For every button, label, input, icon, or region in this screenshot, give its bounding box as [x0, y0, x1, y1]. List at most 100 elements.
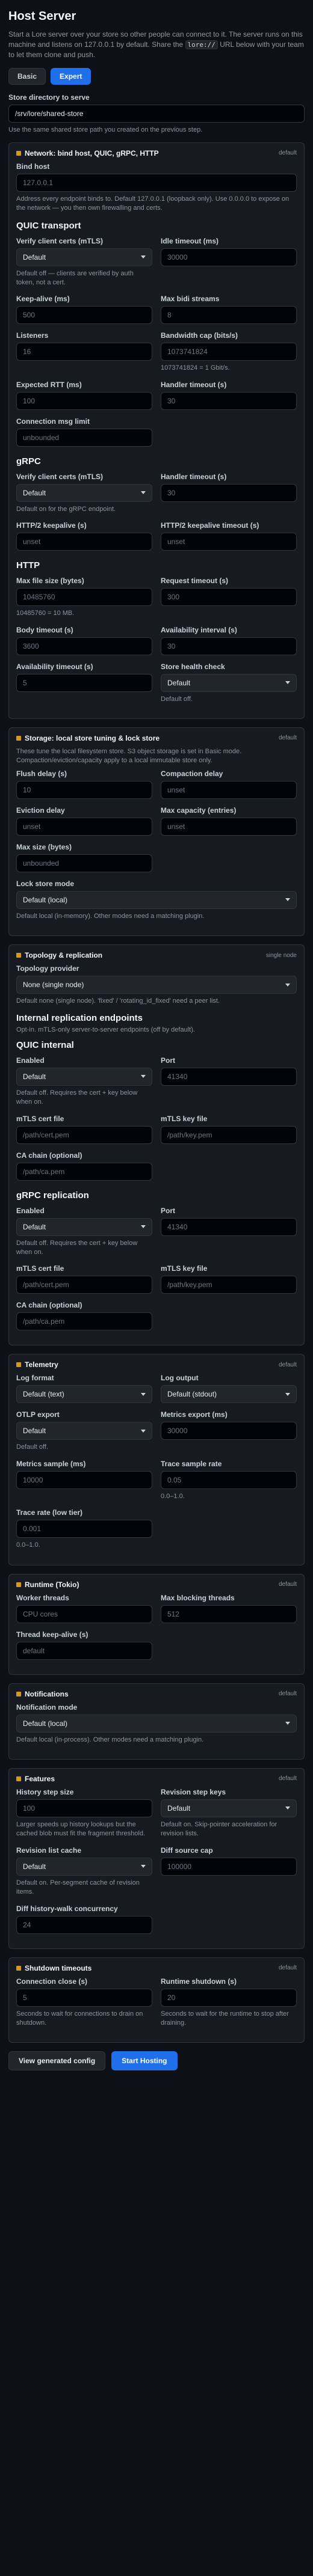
chevron-down-icon [141, 1225, 146, 1229]
max-capacity-input[interactable] [161, 817, 297, 836]
trace-sample-input[interactable] [161, 1470, 297, 1489]
store-directory-field: Store directory to serve Use the same sh… [8, 93, 305, 135]
h2-keepalive-timeout-input[interactable] [161, 533, 297, 551]
quic-internal-port-input[interactable] [161, 1067, 297, 1086]
eviction-delay-input[interactable] [16, 817, 152, 836]
storage-card-title: Storage: local store tuning & lock store [25, 733, 160, 742]
conn-msg-limit-input[interactable] [16, 428, 152, 447]
revision-step-keys-select[interactable]: Default [161, 1799, 297, 1817]
otlp-export-select[interactable]: Default [16, 1422, 152, 1440]
quic-cert-input[interactable] [16, 1125, 152, 1144]
quic-internal-enabled-select[interactable]: Default [16, 1067, 152, 1086]
h2-keepalive-label: HTTP/2 keepalive (s) [16, 521, 87, 530]
telemetry-card-header[interactable]: Telemetry default [16, 1360, 297, 1369]
chevron-down-icon [141, 1392, 146, 1396]
expected-rtt-input[interactable] [16, 391, 152, 410]
diff-concurrency-input[interactable] [16, 1915, 152, 1934]
metrics-sample-label: Metrics sample (ms) [16, 1459, 86, 1468]
request-timeout-input[interactable] [161, 588, 297, 607]
max-blocking-input[interactable] [161, 1605, 297, 1623]
quic-handler-timeout-input[interactable] [161, 391, 297, 410]
topology-provider-select[interactable]: None (single node) [16, 976, 297, 994]
basic-mode-button[interactable]: Basic [8, 68, 46, 85]
compaction-delay-label: Compaction delay [161, 769, 223, 778]
metrics-sample-input[interactable] [16, 1470, 152, 1489]
compaction-delay-input[interactable] [161, 780, 297, 799]
history-step-input[interactable] [16, 1799, 152, 1817]
trace-low-tier-label: Trace rate (low tier) [16, 1508, 83, 1517]
max-file-size-label: Max file size (bytes) [16, 577, 84, 586]
grpc-verify-certs-select[interactable]: Default [16, 483, 152, 502]
connection-close-input[interactable] [16, 1988, 152, 2007]
network-card-header[interactable]: Network: bind host, QUIC, gRPC, HTTP def… [16, 149, 297, 158]
runtime-card-header[interactable]: Runtime (Tokio) default [16, 1580, 297, 1589]
worker-threads-label: Worker threads [16, 1593, 69, 1602]
max-blocking-label: Max blocking threads [161, 1593, 235, 1602]
quic-key-input[interactable] [161, 1125, 297, 1144]
grpc-repl-enabled-select[interactable]: Default [16, 1217, 152, 1236]
topology-provider-label: Topology provider [16, 964, 79, 973]
grpc-ca-input[interactable] [16, 1312, 152, 1331]
runtime-shutdown-input[interactable] [161, 1988, 297, 2007]
bind-host-input[interactable] [16, 173, 297, 192]
log-format-select[interactable]: Default (text) [16, 1385, 152, 1404]
worker-threads-input[interactable] [16, 1605, 152, 1623]
notifications-card: Notifications default Notification mode … [8, 1683, 305, 1760]
body-timeout-input[interactable] [16, 637, 152, 655]
grpc-repl-port-input[interactable] [161, 1217, 297, 1236]
store-directory-input[interactable] [8, 105, 305, 123]
features-card-title: Features [25, 1774, 55, 1783]
notifications-card-header[interactable]: Notifications default [16, 1690, 297, 1698]
grpc-cert-input[interactable] [16, 1276, 152, 1294]
chevron-down-icon [141, 1429, 146, 1433]
log-output-select[interactable]: Default (stdout) [161, 1385, 297, 1404]
metrics-export-input[interactable] [161, 1422, 297, 1440]
grpc-replication-heading: gRPC replication [16, 1190, 89, 1201]
storage-card-header[interactable]: Storage: local store tuning & lock store… [16, 734, 297, 742]
max-size-label: Max size (bytes) [16, 842, 72, 851]
telemetry-card: Telemetry default Log format Default (te… [8, 1354, 305, 1565]
start-hosting-button[interactable]: Start Hosting [111, 2051, 178, 2071]
expert-mode-button[interactable]: Expert [51, 68, 91, 85]
quic-ca-input[interactable] [16, 1162, 152, 1181]
idle-timeout-input[interactable] [161, 248, 297, 266]
grpc-verify-certs-hint: Default on for the gRPC endpoint. [16, 505, 116, 513]
view-config-button[interactable]: View generated config [8, 2051, 106, 2071]
storage-hint: These tune the local filesystem store. S… [16, 747, 242, 765]
runtime-shutdown-hint: Seconds to wait for the runtime to stop … [161, 2010, 289, 2027]
keep-alive-label: Keep-alive (ms) [16, 295, 70, 304]
features-card-header[interactable]: Features default [16, 1775, 297, 1783]
availability-timeout-input[interactable] [16, 673, 152, 692]
max-bidi-input[interactable] [161, 306, 297, 325]
keep-alive-input[interactable] [16, 306, 152, 325]
thread-keep-alive-input[interactable] [16, 1641, 152, 1660]
revision-step-keys-label: Revision step keys [161, 1787, 226, 1796]
shutdown-card-header[interactable]: Shutdown timeouts default [16, 1964, 297, 1972]
max-capacity-label: Max capacity (entries) [161, 806, 237, 815]
revision-cache-select[interactable]: Default [16, 1857, 152, 1876]
grpc-handler-timeout-input[interactable] [161, 483, 297, 502]
max-size-input[interactable] [16, 854, 152, 872]
availability-interval-input[interactable] [161, 637, 297, 655]
store-health-check-select[interactable]: Default [161, 673, 297, 692]
diff-concurrency-label: Diff history-walk concurrency [16, 1904, 118, 1913]
lore-url-code: lore:// [185, 40, 218, 49]
trace-low-tier-input[interactable] [16, 1520, 152, 1538]
notification-mode-select[interactable]: Default (local) [16, 1714, 297, 1733]
quic-cert-label: mTLS cert file [16, 1114, 64, 1123]
trace-sample-hint: 0.0–1.0. [161, 1492, 185, 1500]
grpc-key-input[interactable] [161, 1276, 297, 1294]
diff-source-cap-input[interactable] [161, 1857, 297, 1876]
bandwidth-cap-input[interactable] [161, 343, 297, 361]
lock-store-mode-select[interactable]: Default (local) [16, 890, 297, 909]
quic-verify-certs-select[interactable]: Default [16, 248, 152, 266]
topology-card-header[interactable]: Topology & replication single node [16, 951, 297, 959]
body-timeout-label: Body timeout (s) [16, 625, 73, 634]
expected-rtt-label: Expected RTT (ms) [16, 380, 82, 389]
flush-delay-input[interactable] [16, 780, 152, 799]
listeners-input[interactable] [16, 343, 152, 361]
shutdown-card: Shutdown timeouts default Connection clo… [8, 1957, 305, 2043]
h2-keepalive-input[interactable] [16, 533, 152, 551]
telemetry-badge: default [278, 1361, 297, 1368]
max-file-size-input[interactable] [16, 588, 152, 607]
